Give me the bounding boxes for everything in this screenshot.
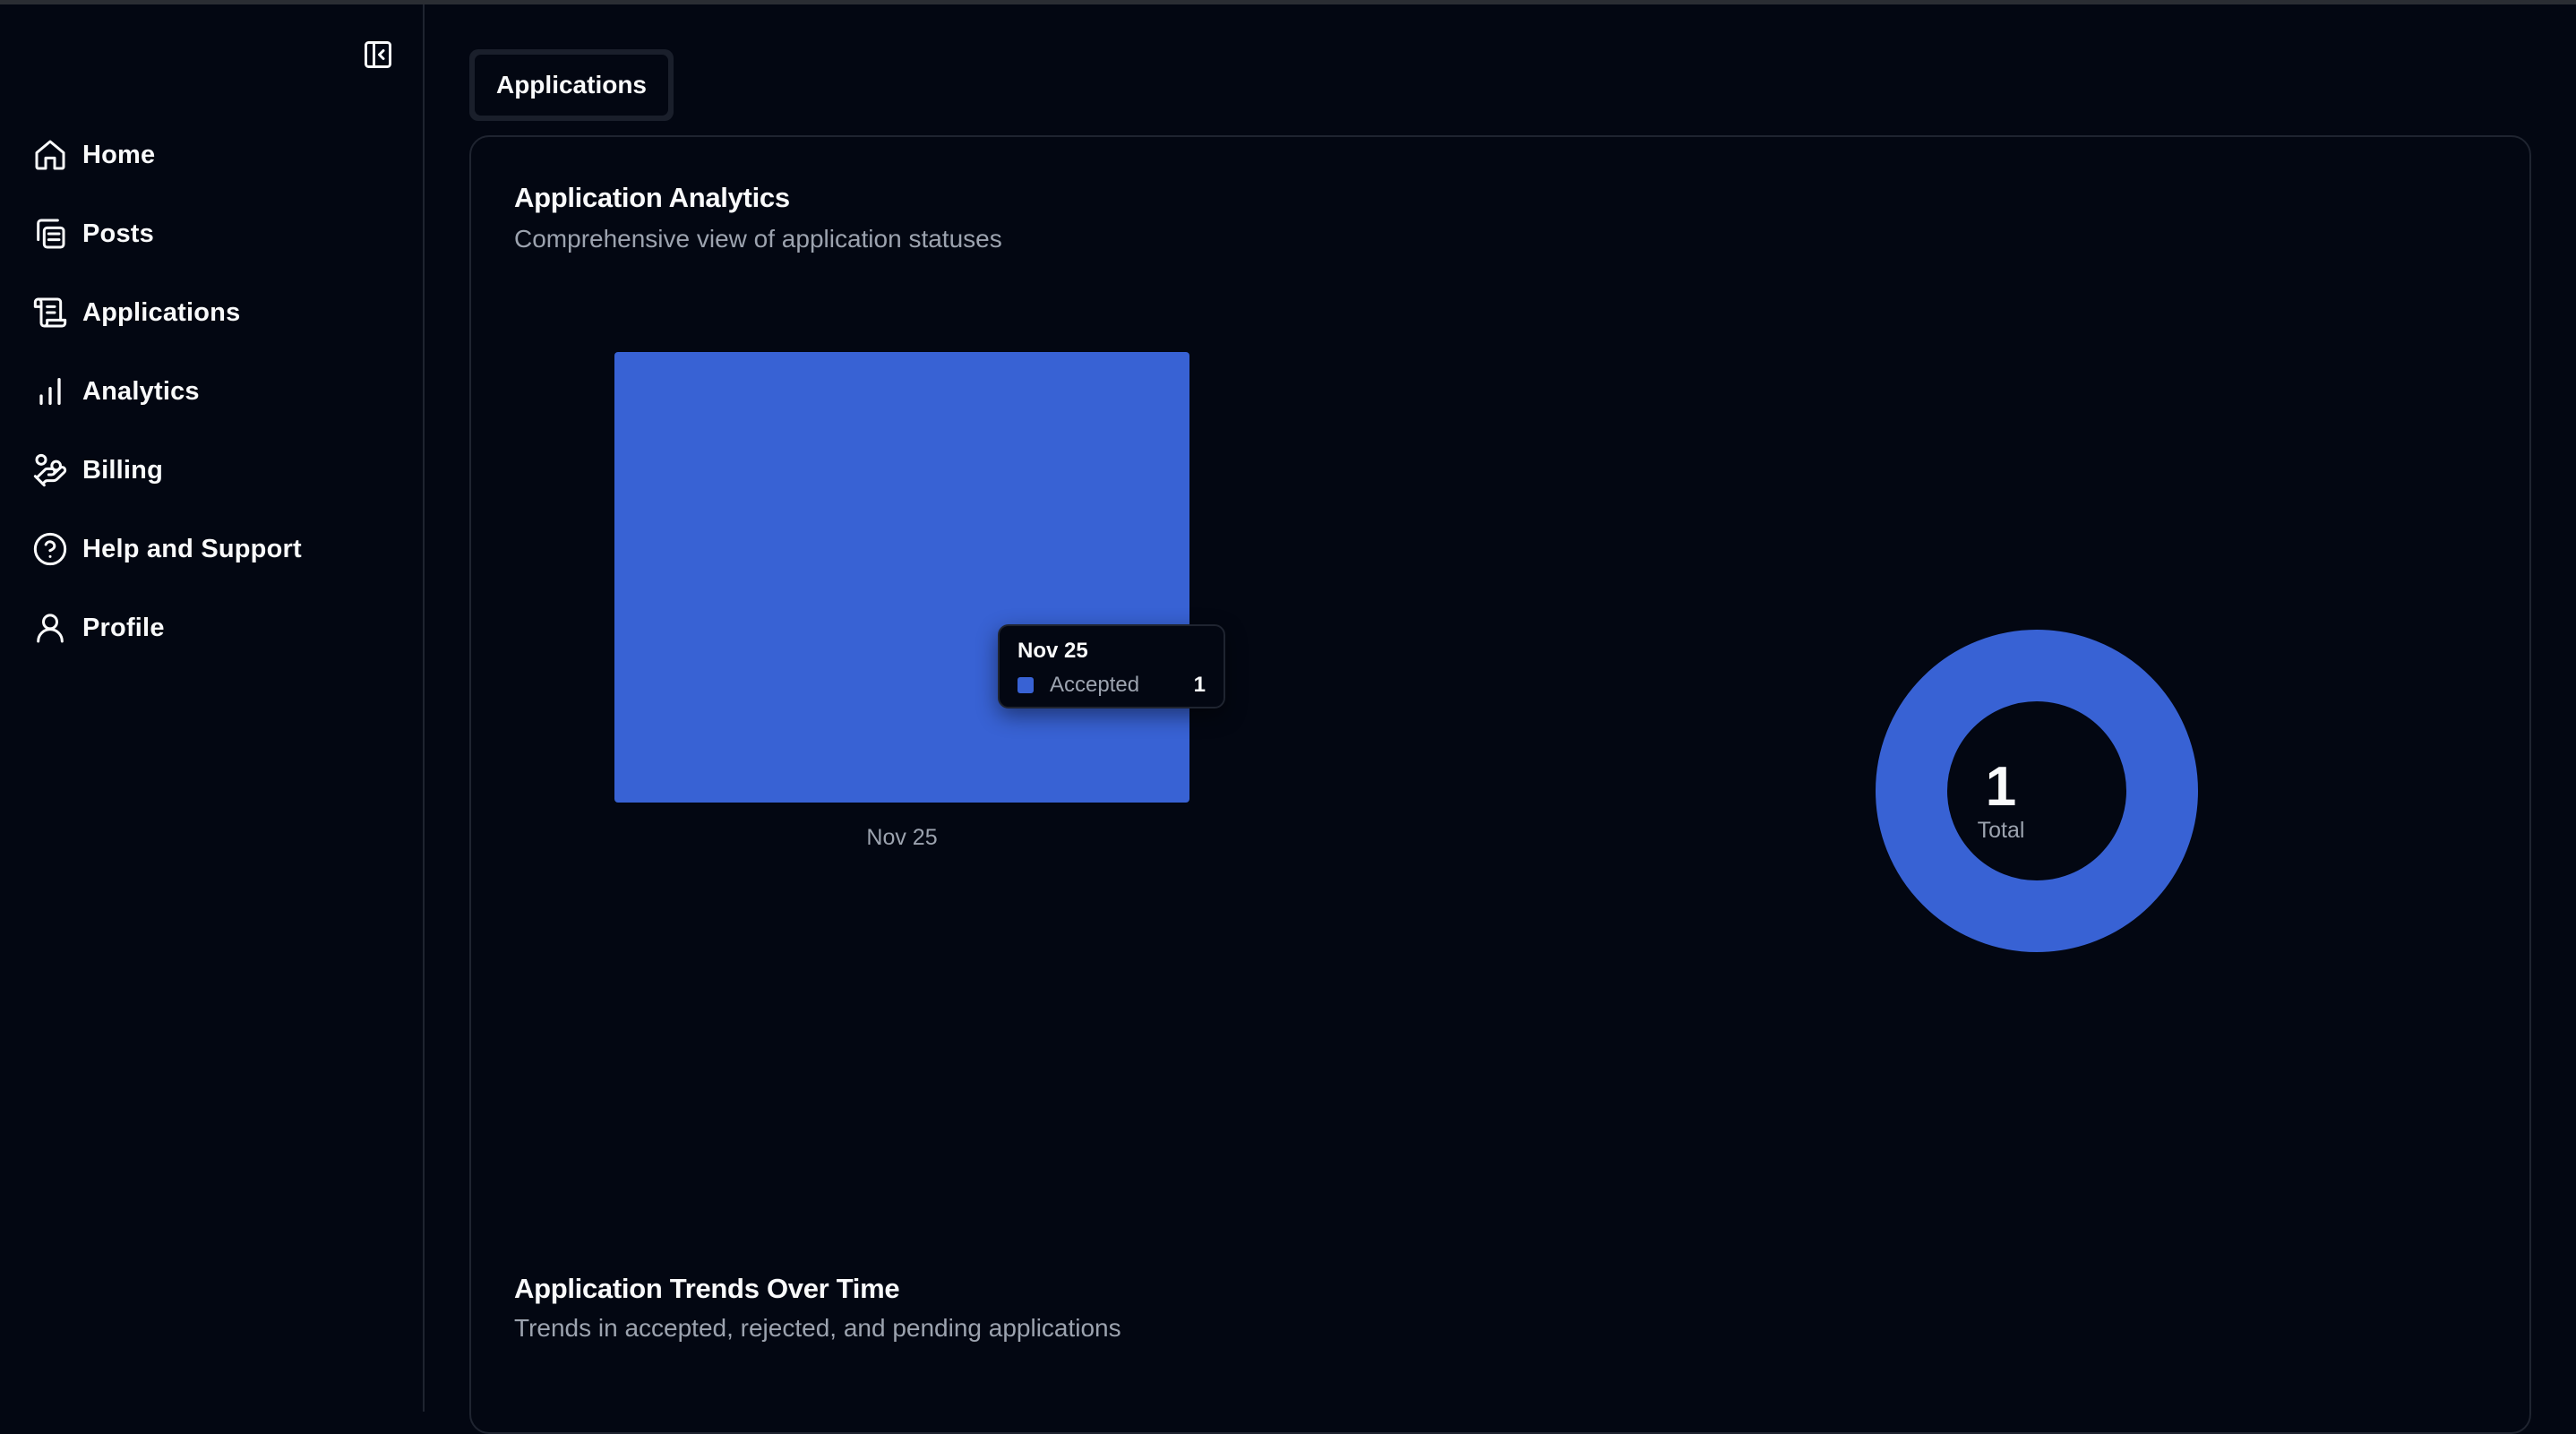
scroll-icon: [30, 293, 70, 332]
tab-list: Applications: [469, 49, 674, 121]
sidebar-item-label: Applications: [82, 297, 241, 327]
tooltip-row: Accepted 1: [1018, 673, 1206, 698]
sidebar-item-home[interactable]: Home: [30, 128, 389, 182]
trends-title: Application Trends Over Time: [514, 1273, 900, 1304]
sidebar-item-label: Analytics: [82, 376, 200, 406]
sidebar-item-label: Help and Support: [82, 534, 302, 563]
bar-nov-25[interactable]: [614, 352, 1189, 803]
tab-applications[interactable]: Applications: [475, 55, 668, 116]
tooltip-date: Nov 25: [1018, 639, 1088, 663]
sidebar-item-posts[interactable]: Posts: [30, 207, 389, 261]
main-content: Applications Application Analytics Compr…: [425, 4, 2576, 1434]
sidebar-item-label: Billing: [82, 455, 164, 485]
tooltip-value: 1: [1193, 673, 1206, 697]
tooltip-series-label: Accepted: [1050, 673, 1140, 697]
help-circle-icon: [30, 529, 70, 569]
sidebar-item-help-and-support[interactable]: Help and Support: [30, 522, 389, 576]
sidebar-item-billing[interactable]: Billing: [30, 443, 389, 497]
sidebar-item-label: Profile: [82, 613, 165, 642]
hand-coins-icon: [30, 451, 70, 490]
sidebar-item-applications[interactable]: Applications: [30, 286, 389, 339]
tooltip-swatch: [1018, 677, 1034, 693]
sidebar: Home Posts Applications Analytics Billin…: [0, 4, 425, 1412]
copy-icon: [30, 214, 70, 253]
donut-total-value: 1: [1985, 756, 2017, 818]
bar-chart: Nov 25: [614, 352, 1189, 850]
sidebar-item-label: Posts: [82, 219, 154, 248]
donut-total-label: Total: [1977, 818, 2025, 843]
sidebar-collapse-button[interactable]: [360, 37, 396, 73]
bar-chart-icon: [30, 372, 70, 411]
panel-left-close-icon: [365, 41, 391, 68]
sidebar-item-profile[interactable]: Profile: [30, 601, 389, 655]
sidebar-item-analytics[interactable]: Analytics: [30, 365, 389, 418]
trends-description: Trends in accepted, rejected, and pendin…: [514, 1314, 1121, 1342]
sidebar-item-label: Home: [82, 140, 156, 169]
x-tick-label: Nov 25: [866, 825, 937, 850]
home-icon: [30, 135, 70, 175]
chart-tooltip: Nov 25 Accepted 1: [998, 624, 1225, 708]
analytics-card: Application Analytics Comprehensive view…: [469, 135, 2531, 1434]
user-icon: [30, 608, 70, 648]
